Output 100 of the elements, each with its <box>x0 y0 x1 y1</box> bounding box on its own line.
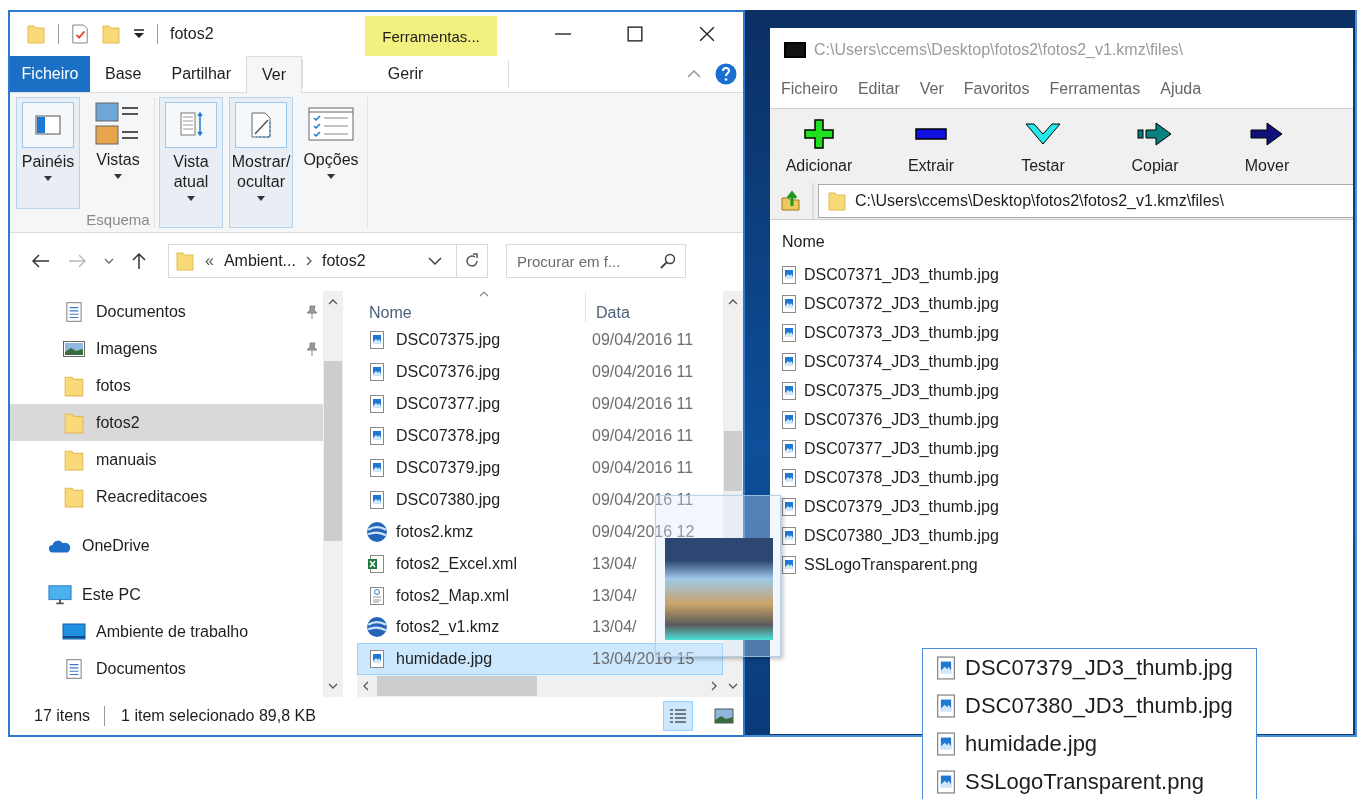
file-tab[interactable]: Ficheiro <box>10 56 90 92</box>
address-bar[interactable]: « Ambient... fotos2 <box>168 244 488 278</box>
ribbon-button[interactable]: Vista atual <box>159 97 223 228</box>
nav-item[interactable]: Documentos <box>10 650 323 687</box>
file-row[interactable]: DSC07378.jpg 09/04/2016 11 <box>357 420 723 453</box>
scroll-left-icon <box>363 681 369 692</box>
file-date: 13/04/ <box>591 618 637 637</box>
file-date: 09/04/2016 11 <box>591 363 694 382</box>
file-name[interactable]: DSC07379_JD3_thumb.jpg <box>804 497 999 516</box>
file-name: humidade.jpg <box>965 731 1098 757</box>
toolbar-button[interactable]: Adicionar <box>774 117 864 175</box>
large-icons-view-icon <box>714 708 734 724</box>
maximize-icon[interactable] <box>627 26 643 42</box>
desktop-icon <box>62 622 86 641</box>
chevron-down-icon <box>428 257 442 265</box>
image-file-icon <box>782 526 796 545</box>
ribbon-button[interactable]: Painéis <box>16 97 80 209</box>
scroll-up-icon <box>728 299 738 305</box>
ribbon-tab[interactable]: Base <box>90 56 157 92</box>
scrollbar[interactable] <box>323 291 343 697</box>
pictures-icon <box>62 340 86 357</box>
column-header[interactable]: Nome <box>357 304 585 323</box>
file-name: DSC07380.jpg <box>395 490 502 509</box>
scroll-thumb[interactable] <box>377 676 537 697</box>
toolbar-button[interactable]: Extrair <box>886 117 976 175</box>
scrollbar[interactable] <box>357 675 723 697</box>
file-name[interactable]: DSC07377_JD3_thumb.jpg <box>804 439 999 458</box>
search-field[interactable]: Procurar em f... <box>506 244 686 278</box>
scroll-thumb[interactable] <box>724 431 742 491</box>
selected-file-row[interactable]: humidade.jpg 13/04/2016 15 <box>357 643 723 676</box>
menu-item[interactable]: Ficheiro <box>781 80 838 98</box>
file-name[interactable]: DSC07372_JD3_thumb.jpg <box>804 294 999 313</box>
image-file-icon <box>782 323 796 342</box>
nav-item[interactable]: OneDrive <box>10 527 323 564</box>
menu-item[interactable]: Ferramentas <box>1049 80 1141 98</box>
file-row[interactable]: DSC07377.jpg 09/04/2016 11 <box>357 388 723 421</box>
close-icon[interactable] <box>699 26 715 42</box>
breadcrumb[interactable]: Ambient... <box>223 252 296 270</box>
image-file-icon <box>937 656 955 680</box>
view-button[interactable] <box>663 701 693 731</box>
image-file-icon <box>782 468 796 487</box>
file-name[interactable]: DSC07371_JD3_thumb.jpg <box>804 265 999 284</box>
folder-icon <box>26 23 46 45</box>
file-row[interactable]: DSC07376.jpg 09/04/2016 11 <box>357 356 723 389</box>
file-name[interactable]: DSC07375_JD3_thumb.jpg <box>804 381 999 400</box>
computer-icon <box>48 583 72 606</box>
file-row[interactable]: fotos2_Map.xml 13/04/ <box>357 579 723 612</box>
arrow-right-icon <box>1137 121 1173 147</box>
toolbar-button[interactable]: Copiar <box>1110 117 1200 175</box>
menu-item[interactable]: Editar <box>857 80 900 98</box>
file-name[interactable]: DSC07380_JD3_thumb.jpg <box>804 526 999 545</box>
nav-item[interactable]: Imagens <box>10 330 323 367</box>
image-file-icon <box>937 770 955 794</box>
nav-item[interactable]: Ambiente de trabalho <box>10 613 323 650</box>
file-row[interactable]: DSC07380.jpg 09/04/2016 11 <box>357 483 723 516</box>
nav-item[interactable]: fotos <box>10 367 323 404</box>
file-name[interactable]: SSLogoTransparent.png <box>804 555 978 574</box>
ribbon-tab[interactable]: Ver <box>246 56 303 93</box>
file-row[interactable]: fotos2_Excel.xml 13/04/ <box>357 547 723 580</box>
file-row[interactable]: fotos2.kmz 09/04/2016 12 <box>357 515 723 548</box>
nav-item[interactable]: Este PC <box>10 576 323 613</box>
file-name[interactable]: DSC07373_JD3_thumb.jpg <box>804 323 999 342</box>
checkmark-icon <box>1025 123 1061 145</box>
file-name[interactable]: DSC07378_JD3_thumb.jpg <box>804 468 999 487</box>
window-title: fotos2 <box>170 25 214 43</box>
toolbar-button[interactable]: Testar <box>998 117 1088 175</box>
folder-up-icon[interactable] <box>780 190 802 212</box>
nav-item[interactable]: manuais <box>10 441 323 478</box>
file-row[interactable]: DSC07375.jpg 09/04/2016 11 <box>357 324 723 357</box>
file-row[interactable]: DSC07379.jpg 09/04/2016 11 <box>357 452 723 484</box>
breadcrumb[interactable]: fotos2 <box>321 252 366 270</box>
scroll-thumb[interactable] <box>324 361 342 541</box>
help-icon <box>715 63 737 85</box>
file-date: 09/04/2016 11 <box>591 427 694 446</box>
toolbar-button[interactable]: Mover <box>1222 117 1312 175</box>
window-title: C:\Users\ccems\Desktop\fotos2\fotos2_v1.kmz\files\ <box>814 41 1183 59</box>
file-name[interactable]: DSC07374_JD3_thumb.jpg <box>804 352 999 371</box>
ribbon-tab[interactable]: Partilhar <box>156 56 247 92</box>
options-icon <box>308 107 354 141</box>
column-header[interactable]: Nome <box>782 228 1353 256</box>
path-field[interactable]: C:\Users\ccems\Desktop\fotos2\fotos2_v1.kmz\files\ <box>818 184 1353 218</box>
file-name[interactable]: DSC07376_JD3_thumb.jpg <box>804 410 999 429</box>
minus-icon <box>915 128 947 140</box>
menu-item[interactable]: Ajuda <box>1160 80 1202 98</box>
ribbon-button[interactable]: Opções <box>299 97 363 228</box>
ribbon-button[interactable]: Mostrar/ocultar <box>229 97 293 228</box>
folder-icon <box>62 411 86 434</box>
collapse-icon <box>687 70 701 78</box>
ribbon-button[interactable]: Vistas <box>86 97 150 209</box>
back-arrow-icon <box>32 254 50 268</box>
menu-item[interactable]: Favoritos <box>963 80 1030 98</box>
layouts-icon <box>95 102 141 146</box>
breadcrumb-overflow[interactable]: « <box>205 252 214 270</box>
globe-icon <box>366 616 388 639</box>
nav-item[interactable]: Documentos <box>10 293 323 330</box>
nav-item[interactable]: fotos2 <box>10 404 323 441</box>
column-header[interactable]: Data <box>585 292 630 323</box>
menu-item[interactable]: Ver <box>919 80 944 98</box>
ribbon-tab[interactable]: Gerir <box>303 56 509 92</box>
nav-item[interactable]: Reacreditacoes <box>10 478 323 515</box>
